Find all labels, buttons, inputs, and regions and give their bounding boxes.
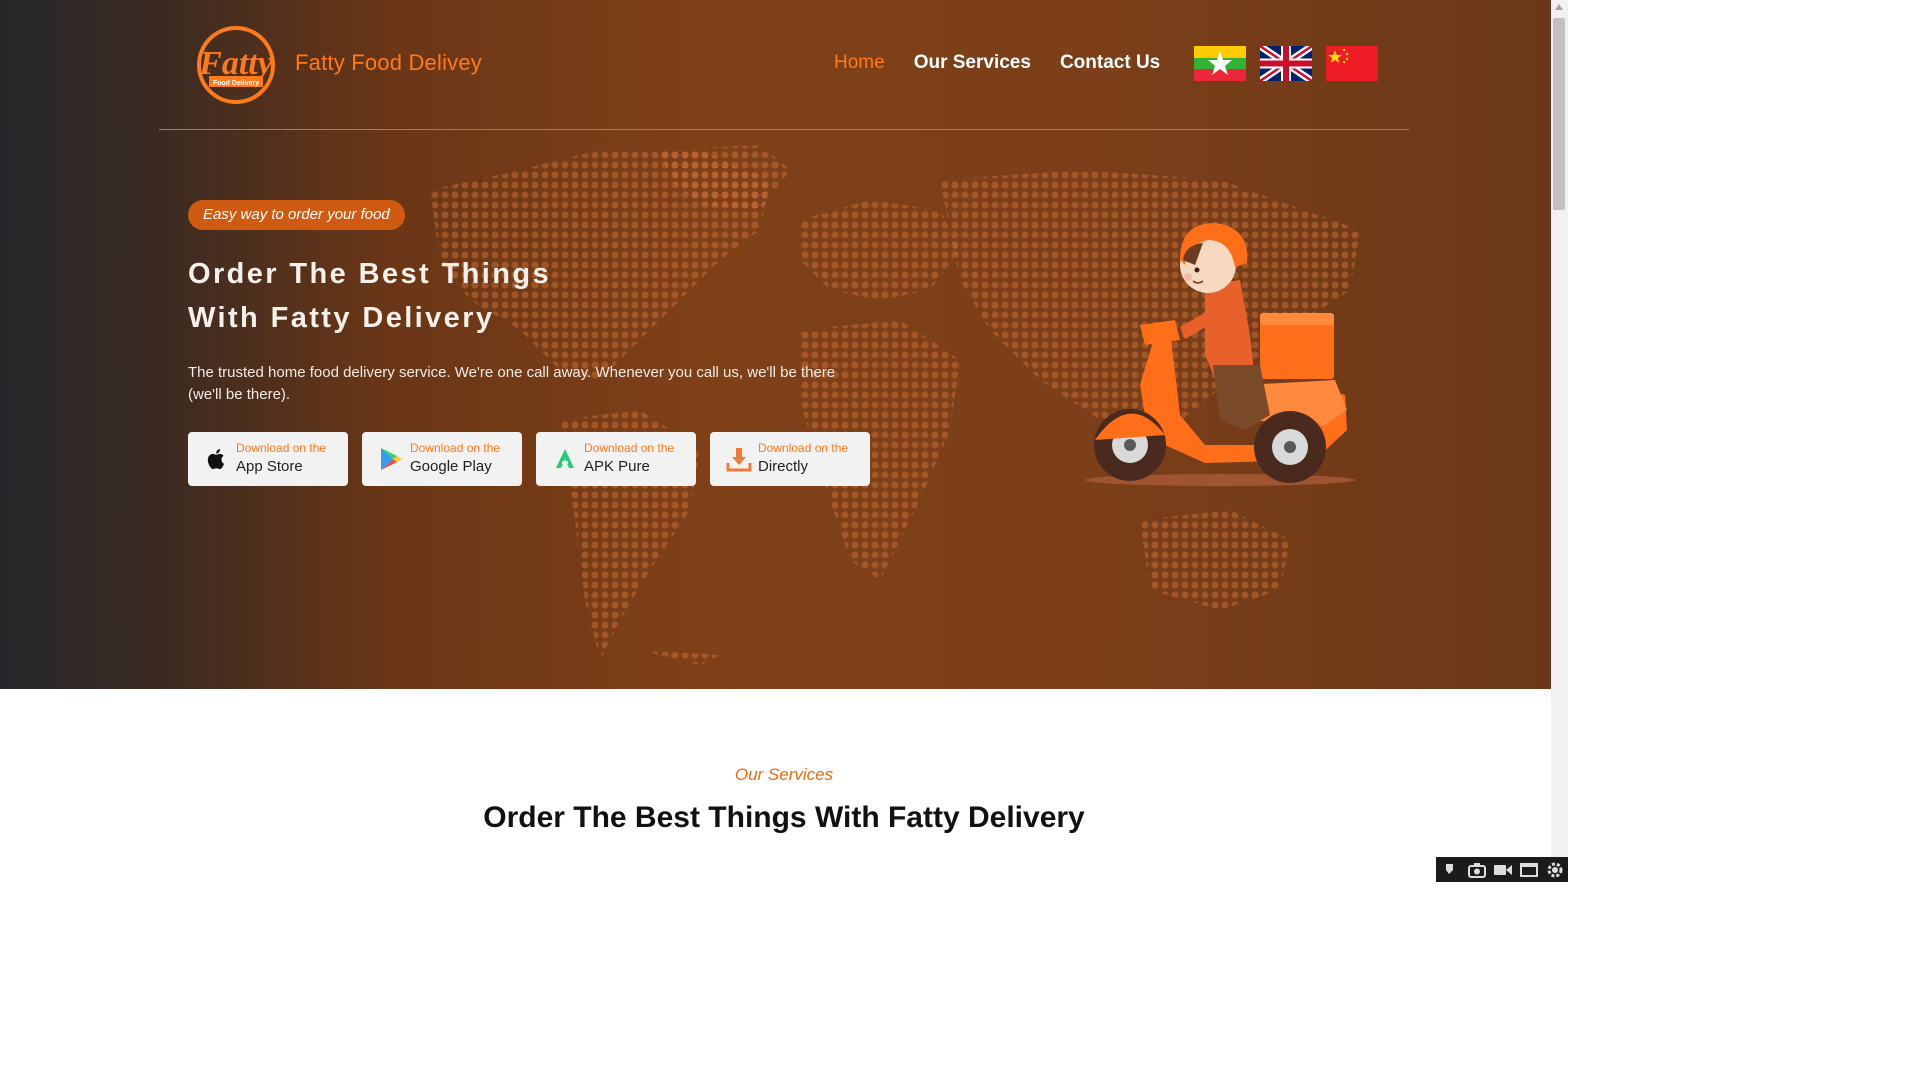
services-title: Order The Best Things With Fatty Deliver… [483, 801, 1085, 834]
fatty-logo[interactable]: Fatty Food Delivery [195, 24, 277, 106]
nav-our-services[interactable]: Our Services [914, 52, 1031, 74]
direct-download-small: Download on the [758, 441, 849, 455]
apk-pure-button[interactable]: Download on the APK Pure [536, 432, 696, 486]
hero-tagline: Easy way to order your food [188, 200, 405, 230]
hero-section: Fatty Food Delivery Fatty Food Delivey H… [0, 0, 1551, 689]
nav-home[interactable]: Home [834, 52, 885, 74]
download-icon [726, 448, 752, 472]
china-flag-icon[interactable] [1326, 46, 1378, 81]
google-play-small: Download on the [410, 441, 501, 455]
camera-icon[interactable] [1467, 861, 1487, 879]
google-play-icon [381, 448, 402, 470]
gear-icon[interactable] [1545, 861, 1565, 879]
page-scrollbar[interactable] [1551, 0, 1568, 882]
services-label: Our Services [734, 765, 834, 784]
site-header: Fatty Food Delivery Fatty Food Delivey H… [159, 0, 1409, 130]
headline-line-2: With Fatty Delivery [188, 302, 495, 334]
page: Fatty Food Delivery Fatty Food Delivey H… [0, 0, 1568, 882]
apple-icon [207, 449, 225, 470]
apk-pure-small: Download on the [584, 441, 675, 455]
apkpure-icon [556, 449, 574, 468]
nav-contact-us[interactable]: Contact Us [1060, 52, 1160, 74]
svg-text:Food Delivery: Food Delivery [213, 80, 259, 87]
main-nav: Home Our Services Contact Us [834, 52, 1160, 74]
app-store-label: App Store [236, 458, 303, 475]
google-play-label: Google Play [410, 458, 492, 475]
scroll-thumb[interactable] [1553, 18, 1565, 210]
direct-download-label: Directly [758, 458, 809, 475]
direct-download-button[interactable]: Download on the Directly [710, 432, 870, 486]
download-buttons: Download on the App Store Download on th… [188, 432, 870, 486]
pin-icon[interactable] [1441, 861, 1461, 879]
google-play-button[interactable]: Download on the Google Play [362, 432, 522, 486]
app-store-button[interactable]: Download on the App Store [188, 432, 348, 486]
brand-name[interactable]: Fatty Food Delivey [295, 50, 482, 76]
capture-toolbar [1436, 857, 1568, 882]
delivery-rider-illustration [1085, 223, 1355, 486]
hero-headline: Order The Best Things With Fatty Deliver… [188, 252, 551, 340]
scroll-up-arrow-icon[interactable] [1555, 4, 1563, 10]
headline-line-1: Order The Best Things [188, 258, 551, 290]
uk-flag-icon[interactable] [1260, 46, 1312, 81]
hero-description: The trusted home food delivery service. … [188, 364, 836, 403]
app-store-small: Download on the [236, 441, 327, 455]
apk-pure-label: APK Pure [584, 458, 650, 475]
myanmar-flag-icon[interactable] [1194, 46, 1246, 81]
video-camera-icon[interactable] [1493, 861, 1513, 879]
language-switcher [1194, 46, 1378, 81]
window-icon[interactable] [1519, 861, 1539, 879]
